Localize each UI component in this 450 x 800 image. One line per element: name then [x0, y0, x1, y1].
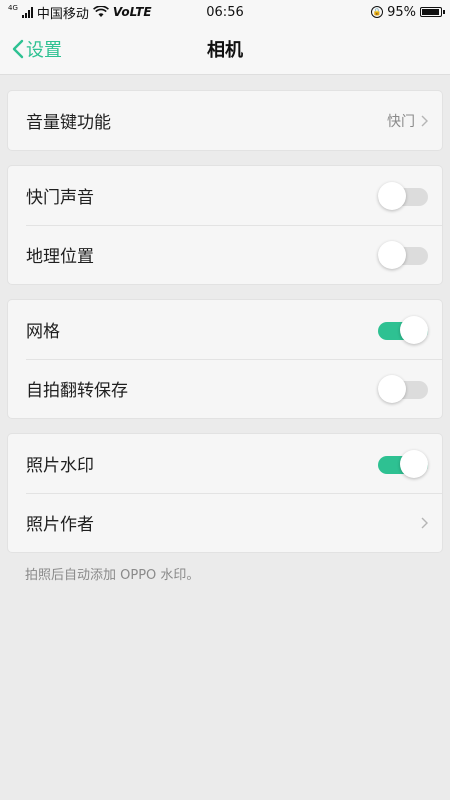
toggle-knob — [378, 240, 406, 269]
toggle-switch[interactable] — [378, 240, 428, 270]
toggle-switch[interactable] — [378, 374, 428, 404]
chevron-right-icon — [421, 115, 428, 126]
toggle-switch[interactable] — [378, 449, 428, 479]
battery-fill — [422, 9, 439, 15]
setting-row-toggle: 照片水印 — [8, 434, 442, 493]
network-gen: 4G — [8, 4, 18, 12]
setting-label: 音量键功能 — [26, 113, 111, 133]
setting-label: 网格 — [26, 322, 60, 342]
chevron-left-icon — [12, 39, 24, 59]
settings-list: 音量键功能 快门快门声音地理位置网格自拍翻转保存 照片水印照片作者 — [0, 91, 450, 552]
chevron-right-icon — [421, 517, 428, 528]
setting-row-link[interactable]: 音量键功能 快门 — [8, 91, 442, 150]
toggle-knob — [400, 315, 428, 344]
setting-value-text: 快门 — [387, 113, 415, 130]
setting-row-link[interactable]: 照片作者 — [8, 493, 442, 552]
setting-value — [415, 517, 428, 529]
setting-label: 快门声音 — [26, 188, 94, 208]
settings-group: 网格 自拍翻转保存 — [8, 300, 442, 418]
toggle-switch[interactable] — [378, 181, 428, 211]
setting-value: 快门 — [387, 111, 428, 131]
setting-row-toggle: 快门声音 — [8, 166, 442, 225]
settings-group: 照片水印 照片作者 — [8, 434, 442, 552]
toggle-knob — [378, 181, 406, 210]
setting-label: 照片作者 — [26, 515, 94, 535]
rotation-lock-icon: 🔒 — [371, 6, 384, 18]
wifi-icon — [92, 6, 109, 17]
setting-label: 地理位置 — [26, 247, 94, 267]
setting-label: 照片水印 — [26, 456, 94, 476]
navigation-bar: 设置 相机 — [0, 24, 450, 75]
signal-icon — [21, 6, 33, 18]
page-title: 相机 — [207, 40, 243, 61]
volte-indicator: VoLTE — [112, 5, 152, 19]
footnote-text: 拍照后自动添加 OPPO 水印。 — [25, 568, 200, 583]
status-right: 🔒 95% — [371, 4, 445, 20]
back-label: 设置 — [26, 40, 62, 61]
toggle-knob — [378, 374, 406, 403]
setting-row-toggle: 网格 — [8, 300, 442, 359]
battery-icon — [420, 7, 445, 17]
battery-percent: 95% — [387, 4, 416, 20]
setting-label: 自拍翻转保存 — [26, 381, 128, 401]
back-button[interactable]: 设置 — [12, 24, 62, 74]
toggle-switch[interactable] — [378, 315, 428, 345]
status-left: 4G 中国移动 VoLTE — [8, 3, 152, 22]
settings-group: 音量键功能 快门 — [8, 91, 442, 150]
toggle-knob — [400, 449, 428, 478]
setting-row-toggle: 地理位置 — [8, 225, 442, 284]
settings-group: 快门声音 地理位置 — [8, 166, 442, 284]
setting-row-toggle: 自拍翻转保存 — [8, 359, 442, 418]
status-bar: 4G 中国移动 VoLTE 06:56 🔒 95% — [0, 0, 450, 24]
carrier-name: 中国移动 — [36, 6, 89, 22]
